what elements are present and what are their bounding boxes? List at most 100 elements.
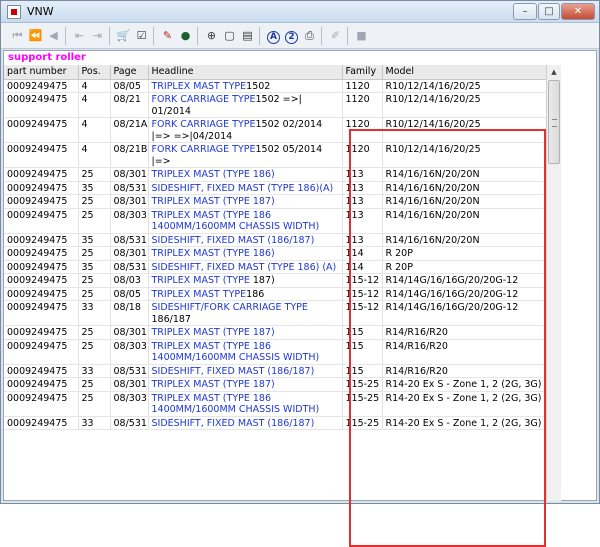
- checklist-icon[interactable]: ☑: [133, 27, 150, 44]
- minimize-button[interactable]: –: [513, 3, 537, 20]
- row-model: R14-20 Ex S - Zone 1, 2 (2G, 3G): [382, 416, 547, 430]
- table-row[interactable]: 0009249475 4 08/21A FORK CARRIAGE TYPE1502 …: [4, 117, 547, 143]
- edit-icon[interactable]: ✐: [327, 27, 344, 44]
- headline-link[interactable]: FORK CARRIAGE TYPE: [152, 94, 256, 105]
- document-icon[interactable]: ▤: [239, 27, 256, 44]
- row-model: R14/14G/16/16G/20/20G-12: [382, 287, 547, 301]
- table-row[interactable]: 0009249475 33 08/531 SIDESHIFT, FIXED MAST …: [4, 364, 547, 378]
- info-2-icon[interactable]: 2: [283, 27, 300, 44]
- column-family[interactable]: Family: [342, 65, 383, 80]
- table-row[interactable]: 0009249475 25 08/301 TRIPLEX MAST (TYPE 186…: [4, 246, 547, 261]
- app-window: VNW – □ ✕ ⏮ ⏪ ◀ ⇤ ⇥ 🛒 ☑ ✎ ● ⊕ ▢ ▤ A 2 ⎙ …: [0, 0, 600, 547]
- headline-link[interactable]: FORK CARRIAGE TYPE: [152, 119, 256, 130]
- row-pos: 4: [78, 117, 111, 143]
- first-record-icon[interactable]: ⏮: [9, 27, 26, 44]
- headline-link[interactable]: TRIPLEX MAST (TYPE 187): [152, 379, 275, 390]
- table-row[interactable]: 0009249475 25 08/303 TRIPLEX MAST (TYPE 186…: [4, 339, 547, 365]
- row-page: 08/531: [110, 181, 149, 195]
- headline-link[interactable]: SIDESHIFT, FIXED MAST (186/187): [152, 366, 315, 377]
- headline-link[interactable]: TRIPLEX MAST (TYPE 187): [152, 196, 275, 207]
- forward-page-icon[interactable]: ⇥: [89, 27, 106, 44]
- row-pos: 25: [78, 391, 111, 417]
- table-row[interactable]: 0009249475 35 08/531 SIDESHIFT, FIXED MAST …: [4, 260, 547, 274]
- table-row[interactable]: 0009249475 25 08/301 TRIPLEX MAST (TYPE 187…: [4, 194, 547, 209]
- tag-icon[interactable]: ✎: [159, 27, 176, 44]
- headline-link[interactable]: SIDESHIFT, FIXED MAST (TYPE 186) (A): [152, 262, 337, 273]
- row-part-number: 0009249475: [4, 325, 79, 340]
- headline-link[interactable]: SIDESHIFT, FIXED MAST (186/187): [152, 418, 315, 429]
- column-headline[interactable]: Headline: [148, 65, 343, 80]
- table-row[interactable]: 0009249475 35 08/531 SIDESHIFT, FIXED MAST …: [4, 233, 547, 247]
- row-part-number: 0009249475: [4, 364, 79, 378]
- title-bar: VNW – □ ✕: [1, 1, 599, 23]
- scroll-up-icon[interactable]: ▲: [547, 65, 561, 79]
- headline-link[interactable]: TRIPLEX MAST TYPE: [152, 289, 247, 300]
- table-row[interactable]: 0009249475 33 08/531 SIDESHIFT, FIXED MAST …: [4, 416, 547, 430]
- row-headline: TRIPLEX MAST (TYPE 186 1400MM/1600MM CHA…: [148, 208, 343, 234]
- row-family: 1120: [342, 117, 383, 143]
- row-model: R10/12/14/16/20/25: [382, 92, 547, 118]
- headline-link[interactable]: TRIPLEX MAST (TYPE 186 1400MM/1600MM CHA…: [152, 341, 320, 364]
- row-page: 08/531: [110, 416, 149, 430]
- row-part-number: 0009249475: [4, 181, 79, 195]
- row-page: 08/303: [110, 391, 149, 417]
- row-family: 115: [342, 339, 383, 365]
- row-part-number: 0009249475: [4, 246, 79, 261]
- page-view-icon[interactable]: ▢: [221, 27, 238, 44]
- table-row[interactable]: 0009249475 25 08/03 TRIPLEX MAST (TYPE 187)…: [4, 273, 547, 288]
- table-row[interactable]: 0009249475 25 08/301 TRIPLEX MAST (TYPE 187…: [4, 325, 547, 340]
- headline-link[interactable]: TRIPLEX MAST (TYPE 186): [152, 169, 275, 180]
- headline-link[interactable]: FORK CARRIAGE TYPE: [152, 144, 256, 155]
- row-family: 115-25: [342, 377, 383, 392]
- close-button[interactable]: ✕: [561, 3, 595, 20]
- row-page: 08/531: [110, 260, 149, 274]
- stop-icon[interactable]: ■: [353, 27, 370, 44]
- table-row[interactable]: 0009249475 33 08/18 SIDESHIFT/FORK CARRIAGE…: [4, 300, 547, 326]
- row-family: 115: [342, 325, 383, 340]
- back-page-icon[interactable]: ⇤: [71, 27, 88, 44]
- row-part-number: 0009249475: [4, 208, 79, 234]
- row-headline: TRIPLEX MAST (TYPE 187): [148, 194, 343, 209]
- row-page: 08/05: [110, 287, 149, 301]
- column-page[interactable]: Page: [110, 65, 149, 80]
- table-row[interactable]: 0009249475 4 08/05 TRIPLEX MAST TYPE1502 112…: [4, 79, 547, 93]
- info-a-icon[interactable]: A: [265, 27, 282, 44]
- scroll-thumb[interactable]: [548, 80, 560, 164]
- maximize-button[interactable]: □: [538, 3, 560, 20]
- headline-link[interactable]: SIDESHIFT, FIXED MAST (TYPE 186)(A): [152, 183, 334, 194]
- headline-link[interactable]: TRIPLEX MAST (TYPE 186 1400MM/1600MM CHA…: [152, 210, 320, 233]
- headline-link[interactable]: TRIPLEX MAST TYPE: [152, 81, 247, 92]
- headline-link[interactable]: TRIPLEX MAST (TYPE: [152, 275, 253, 286]
- table-row[interactable]: 0009249475 4 08/21B FORK CARRIAGE TYPE1502 …: [4, 142, 547, 168]
- row-model: R14/16/16N/20/20N: [382, 208, 547, 234]
- row-page: 08/21B: [110, 142, 149, 168]
- row-page: 08/301: [110, 246, 149, 261]
- table-row[interactable]: 0009249475 4 08/21 FORK CARRIAGE TYPE1502 =…: [4, 92, 547, 118]
- headline-link[interactable]: TRIPLEX MAST (TYPE 186): [152, 248, 275, 259]
- column-pos[interactable]: Pos.: [78, 65, 111, 80]
- table-row[interactable]: 0009249475 25 08/301 TRIPLEX MAST (TYPE 186…: [4, 167, 547, 182]
- table-row[interactable]: 0009249475 25 08/301 TRIPLEX MAST (TYPE 187…: [4, 377, 547, 392]
- headline-link[interactable]: SIDESHIFT, FIXED MAST (186/187): [152, 235, 315, 246]
- previous-record-icon[interactable]: ◀: [45, 27, 62, 44]
- headline-link[interactable]: SIDESHIFT/FORK CARRIAGE TYPE: [152, 302, 308, 313]
- vertical-scrollbar[interactable]: ▲: [546, 65, 561, 501]
- table-row[interactable]: 0009249475 35 08/531 SIDESHIFT, FIXED MAST …: [4, 181, 547, 195]
- headline-link[interactable]: TRIPLEX MAST (TYPE 187): [152, 327, 275, 338]
- cart-icon[interactable]: 🛒: [115, 27, 132, 44]
- previous-page-icon[interactable]: ⏪: [27, 27, 44, 44]
- table-row[interactable]: 0009249475 25 08/303 TRIPLEX MAST (TYPE 186…: [4, 208, 547, 234]
- row-headline: TRIPLEX MAST (TYPE 187): [148, 377, 343, 392]
- headline-link[interactable]: TRIPLEX MAST (TYPE 186 1400MM/1600MM CHA…: [152, 393, 320, 416]
- zoom-icon[interactable]: ⊕: [203, 27, 220, 44]
- row-family: 113: [342, 194, 383, 209]
- column-model[interactable]: Model: [382, 65, 547, 80]
- row-pos: 25: [78, 208, 111, 234]
- row-headline: TRIPLEX MAST (TYPE 186): [148, 167, 343, 182]
- globe-icon[interactable]: ●: [177, 27, 194, 44]
- column-part-number[interactable]: part number: [4, 65, 79, 80]
- table-row[interactable]: 0009249475 25 08/05 TRIPLEX MAST TYPE186 115…: [4, 287, 547, 301]
- row-model: R10/12/14/16/20/25: [382, 142, 547, 168]
- print-icon[interactable]: ⎙: [301, 27, 318, 44]
- table-row[interactable]: 0009249475 25 08/303 TRIPLEX MAST (TYPE 186…: [4, 391, 547, 417]
